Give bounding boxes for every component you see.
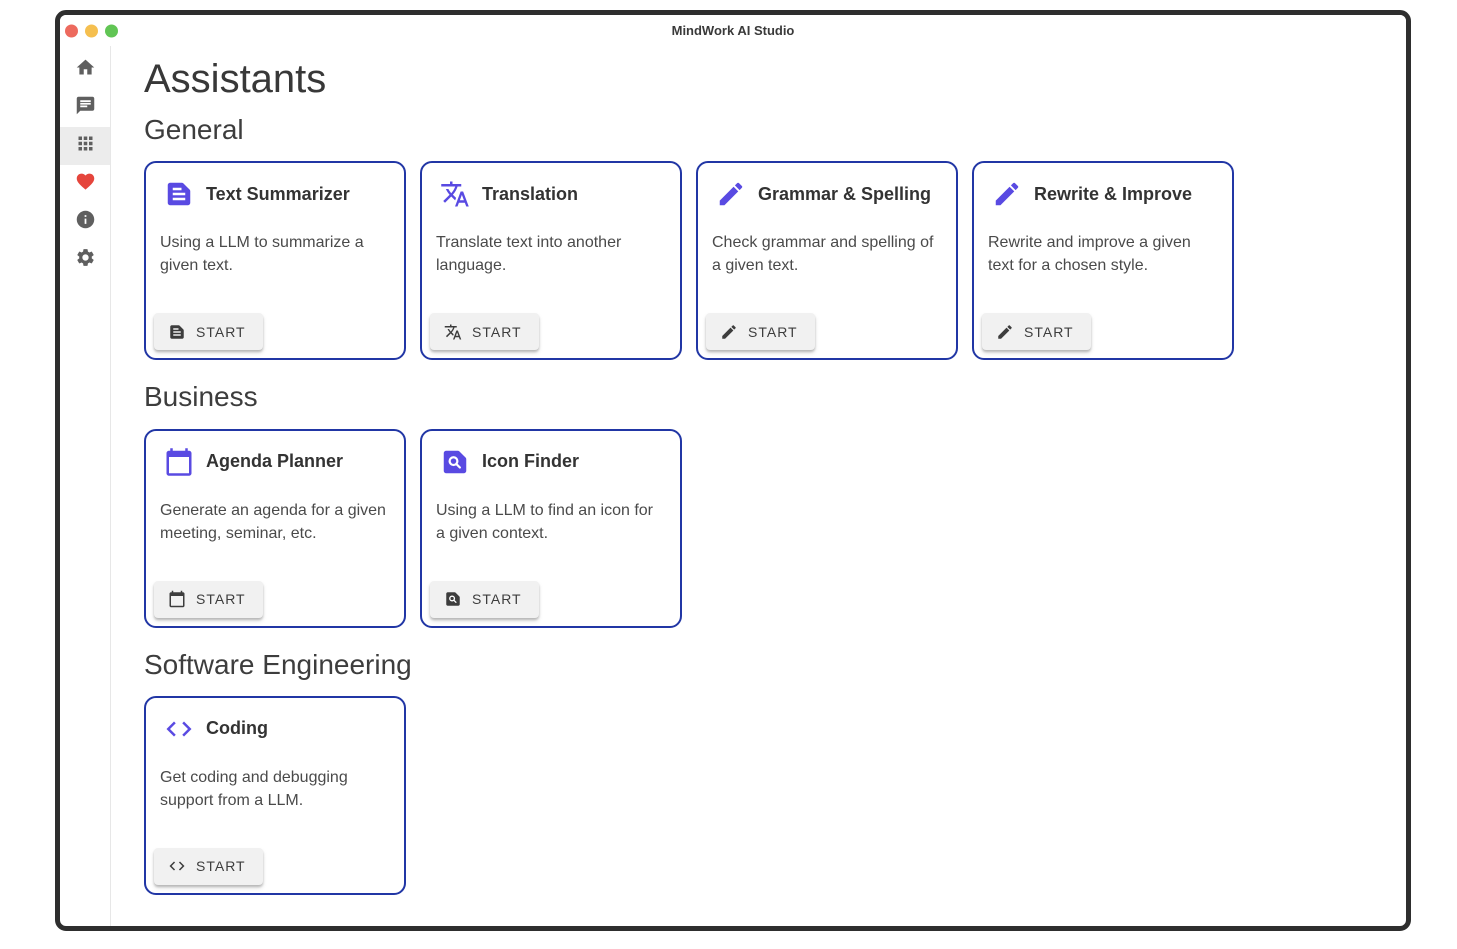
start-button-label: START — [748, 324, 798, 340]
translate-icon — [440, 179, 470, 209]
sidebar-item-supporters[interactable] — [60, 165, 110, 203]
window-controls — [65, 24, 118, 37]
card-agenda-planner: Agenda Planner Generate an agenda for a … — [144, 429, 406, 628]
main-content: Assistants General Text Summarizer Using… — [111, 46, 1406, 926]
window-title: MindWork AI Studio — [672, 23, 795, 38]
cards-row-general: Text Summarizer Using a LLM to summarize… — [144, 161, 1386, 360]
pencil-icon — [996, 323, 1014, 341]
close-window-button[interactable] — [65, 24, 78, 37]
card-description: Rewrite and improve a given text for a c… — [974, 215, 1232, 277]
document-search-icon — [444, 590, 462, 608]
chat-icon — [75, 95, 96, 121]
start-button-agenda-planner[interactable]: START — [154, 581, 263, 618]
pencil-icon — [716, 179, 746, 209]
sidebar-item-home[interactable] — [60, 51, 110, 89]
card-description: Check grammar and spelling of a given te… — [698, 215, 956, 277]
card-text-summarizer: Text Summarizer Using a LLM to summarize… — [144, 161, 406, 360]
sidebar-item-assistants[interactable] — [60, 127, 110, 165]
cards-row-business: Agenda Planner Generate an agenda for a … — [144, 429, 1386, 628]
sidebar-item-about[interactable] — [60, 203, 110, 241]
section-heading-business: Business — [144, 381, 1386, 413]
minimize-window-button[interactable] — [85, 24, 98, 37]
sidebar-item-settings[interactable] — [60, 241, 110, 279]
card-translation: Translation Translate text into another … — [420, 161, 682, 360]
start-button-rewrite-improve[interactable]: START — [982, 313, 1091, 350]
calendar-icon — [168, 590, 186, 608]
start-button-icon-finder[interactable]: START — [430, 581, 539, 618]
start-button-text-summarizer[interactable]: START — [154, 313, 263, 350]
start-button-grammar-spelling[interactable]: START — [706, 313, 815, 350]
heart-icon — [75, 171, 96, 197]
pencil-icon — [992, 179, 1022, 209]
info-icon — [75, 209, 96, 235]
cards-row-software-engineering: Coding Get coding and debugging support … — [144, 696, 1386, 895]
start-button-label: START — [1024, 324, 1074, 340]
pencil-icon — [720, 323, 738, 341]
card-title: Text Summarizer — [206, 184, 350, 205]
home-icon — [75, 57, 96, 83]
start-button-label: START — [472, 324, 522, 340]
card-title: Rewrite & Improve — [1034, 184, 1192, 205]
card-title: Icon Finder — [482, 451, 579, 472]
card-title: Translation — [482, 184, 578, 205]
start-button-label: START — [472, 591, 522, 607]
start-button-label: START — [196, 858, 246, 874]
translate-icon — [444, 323, 462, 341]
card-icon-finder: Icon Finder Using a LLM to find an icon … — [420, 429, 682, 628]
title-bar: MindWork AI Studio — [60, 15, 1406, 46]
start-button-label: START — [196, 324, 246, 340]
document-search-icon — [440, 447, 470, 477]
gear-icon — [75, 247, 96, 273]
sidebar — [60, 46, 111, 926]
start-button-translation[interactable]: START — [430, 313, 539, 350]
text-snippet-icon — [168, 323, 186, 341]
app-window: MindWork AI Studio Assistants — [55, 10, 1411, 931]
card-coding: Coding Get coding and debugging support … — [144, 696, 406, 895]
start-button-label: START — [196, 591, 246, 607]
sidebar-item-chat[interactable] — [60, 89, 110, 127]
card-description: Translate text into another language. — [422, 215, 680, 277]
card-title: Agenda Planner — [206, 451, 343, 472]
calendar-icon — [164, 447, 194, 477]
section-heading-general: General — [144, 114, 1386, 146]
card-description: Using a LLM to find an icon for a given … — [422, 483, 680, 545]
card-description: Using a LLM to summarize a given text. — [146, 215, 404, 277]
card-grammar-spelling: Grammar & Spelling Check grammar and spe… — [696, 161, 958, 360]
apps-icon — [75, 133, 96, 159]
start-button-coding[interactable]: START — [154, 848, 263, 885]
card-title: Grammar & Spelling — [758, 184, 931, 205]
page-title: Assistants — [144, 56, 1386, 103]
section-heading-software-engineering: Software Engineering — [144, 649, 1386, 681]
code-icon — [164, 714, 194, 744]
card-rewrite-improve: Rewrite & Improve Rewrite and improve a … — [972, 161, 1234, 360]
card-description: Get coding and debugging support from a … — [146, 750, 404, 812]
zoom-window-button[interactable] — [105, 24, 118, 37]
card-description: Generate an agenda for a given meeting, … — [146, 483, 404, 545]
text-snippet-icon — [164, 179, 194, 209]
card-title: Coding — [206, 718, 268, 739]
code-icon — [168, 857, 186, 875]
